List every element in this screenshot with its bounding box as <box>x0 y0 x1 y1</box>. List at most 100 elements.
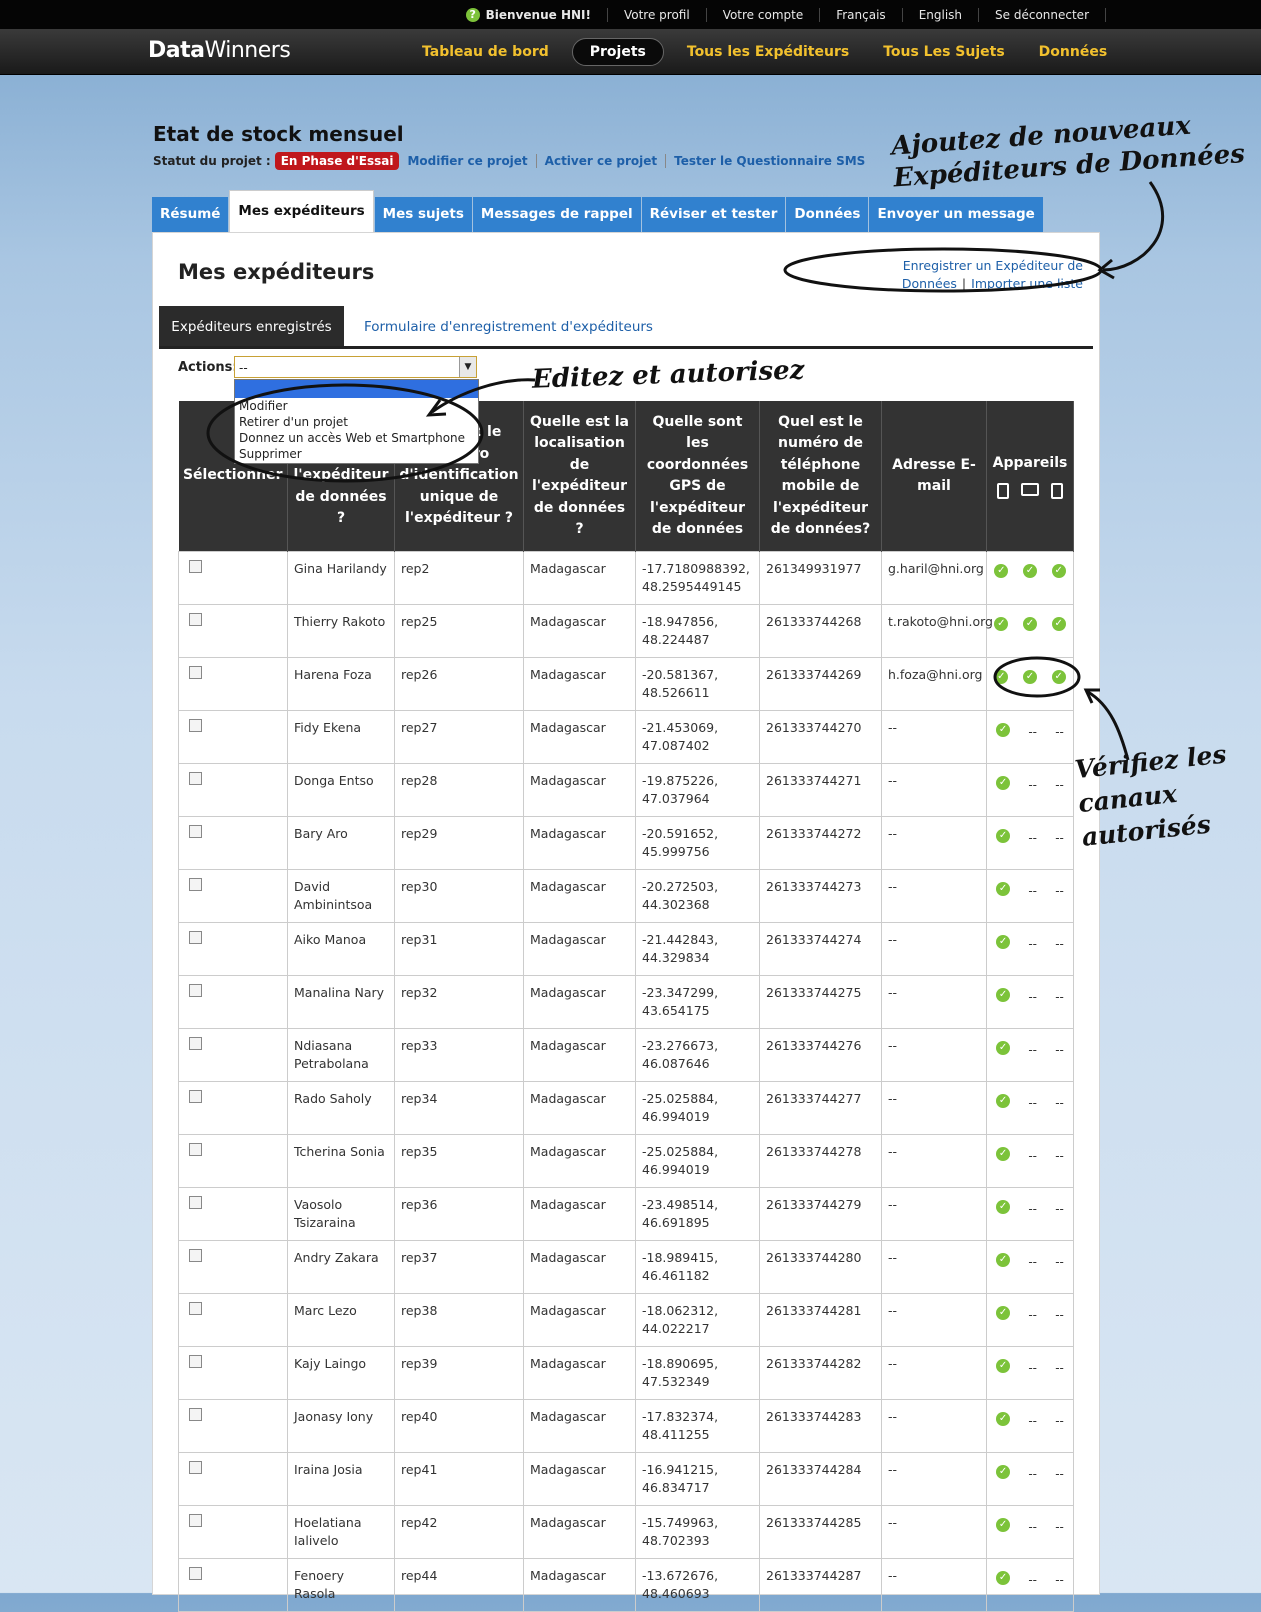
row-checkbox[interactable] <box>189 1355 202 1368</box>
row-checkbox[interactable] <box>189 984 202 997</box>
row-checkbox[interactable] <box>189 1302 202 1315</box>
device-not-authorized: -- <box>1055 1043 1064 1057</box>
row-checkbox[interactable] <box>189 560 202 573</box>
lang-en-link[interactable]: English <box>901 7 978 22</box>
row-checkbox[interactable] <box>189 1567 202 1580</box>
tab-review-test[interactable]: Réviser et tester <box>641 197 786 232</box>
sender-gps: -20.591652, 45.999756 <box>635 816 760 870</box>
sender-name: Bary Aro <box>287 816 395 870</box>
table-row: Fidy Ekena rep27 Madagascar -21.453069, 47.… <box>178 710 1074 764</box>
device-not-authorized: -- <box>1028 1573 1037 1587</box>
row-select-cell <box>178 604 288 658</box>
sender-phone: 261333744268 <box>759 604 882 658</box>
row-checkbox[interactable] <box>189 1408 202 1421</box>
device-not-authorized: -- <box>1055 1361 1064 1375</box>
sender-email: -- <box>881 1558 987 1612</box>
nav-all-senders[interactable]: Tous les Expéditeurs <box>670 44 866 60</box>
option-edit[interactable]: Modifier <box>235 398 478 414</box>
top-utility-bar: ? Bienvenue HNI! Votre profil Votre comp… <box>0 0 1261 29</box>
device-not-authorized: -- <box>1055 831 1064 845</box>
subtab-registration-form[interactable]: Formulaire d'enregistrement d'expéditeur… <box>364 306 653 348</box>
row-checkbox[interactable] <box>189 1461 202 1474</box>
sender-email: g.haril@hni.org <box>881 551 987 605</box>
row-checkbox[interactable] <box>189 613 202 626</box>
activate-project-link[interactable]: Activer ce projet <box>535 154 665 168</box>
chevron-down-icon[interactable]: ▼ <box>459 357 476 377</box>
row-checkbox[interactable] <box>189 1249 202 1262</box>
row-checkbox[interactable] <box>189 1143 202 1156</box>
test-sms-link[interactable]: Tester le Questionnaire SMS <box>665 154 873 168</box>
actions-select[interactable]: -- ▼ <box>234 356 477 378</box>
sender-name: Jaonasy Iony <box>287 1399 395 1453</box>
tab-send-message[interactable]: Envoyer un message <box>869 197 1043 232</box>
row-checkbox[interactable] <box>189 1037 202 1050</box>
row-checkbox[interactable] <box>189 666 202 679</box>
account-link[interactable]: Votre compte <box>705 7 820 22</box>
row-select-cell <box>178 551 288 605</box>
device-not-authorized: -- <box>1028 1255 1037 1269</box>
row-checkbox[interactable] <box>189 1090 202 1103</box>
row-checkbox[interactable] <box>189 1514 202 1527</box>
device-status-cell: ✓ -- -- <box>986 1081 1074 1135</box>
tab-my-senders[interactable]: Mes expéditeurs <box>229 190 374 232</box>
subtab-registered-senders[interactable]: Expéditeurs enregistrés <box>159 306 344 346</box>
row-checkbox[interactable] <box>189 931 202 944</box>
dropdown-highlight <box>235 380 478 398</box>
sender-phone: 261333744272 <box>759 816 882 870</box>
header-phone: Quel est le numéro de téléphone mobile d… <box>759 401 882 552</box>
row-checkbox[interactable] <box>189 772 202 785</box>
row-checkbox[interactable] <box>189 878 202 891</box>
sender-email: -- <box>881 763 987 817</box>
sender-gps: -25.025884, 46.994019 <box>635 1081 760 1135</box>
profile-link[interactable]: Votre profil <box>606 7 706 22</box>
device-status-cell: ✓ -- -- <box>986 1505 1074 1559</box>
option-remove-from-project[interactable]: Retirer d'un projet <box>235 414 478 430</box>
nav-projects[interactable]: Projets <box>571 37 664 66</box>
nav-data[interactable]: Données <box>1022 44 1125 60</box>
option-delete[interactable]: Supprimer <box>235 446 478 462</box>
logout-link[interactable]: Se déconnecter <box>978 7 1106 22</box>
edit-project-link[interactable]: Modifier ce projet <box>399 154 535 168</box>
import-list-link[interactable]: Importer une liste <box>971 276 1083 291</box>
option-grant-web-access[interactable]: Donnez un accès Web et Smartphone <box>235 430 478 446</box>
help-icon[interactable]: ? <box>465 7 480 22</box>
row-select-cell <box>178 1399 288 1453</box>
row-checkbox[interactable] <box>189 825 202 838</box>
main-nav: Tableau de bord Projets Tous les Expédit… <box>405 29 1124 74</box>
sender-email: -- <box>881 1452 987 1506</box>
sender-id: rep32 <box>394 975 524 1029</box>
sender-gps: -15.749963, 48.702393 <box>635 1505 760 1559</box>
table-row: Fenoery Rasola rep44 Madagascar -13.672676,… <box>178 1558 1074 1612</box>
main-navbar: DataWinners Tableau de bord Projets Tous… <box>0 29 1261 75</box>
sender-phone: 261349931977 <box>759 551 882 605</box>
logo[interactable]: DataWinners <box>148 38 291 63</box>
sender-phone: 261333744269 <box>759 657 882 711</box>
tab-reminders[interactable]: Messages de rappel <box>472 197 641 232</box>
nav-all-subjects[interactable]: Tous Les Sujets <box>866 44 1021 60</box>
sender-id: rep40 <box>394 1399 524 1453</box>
device-status-cell: ✓ -- -- <box>986 1399 1074 1453</box>
lang-fr-link[interactable]: Français <box>819 7 901 22</box>
sender-gps: -18.989415, 46.461182 <box>635 1240 760 1294</box>
row-checkbox[interactable] <box>189 719 202 732</box>
tab-data[interactable]: Données <box>786 197 869 232</box>
tab-summary[interactable]: Résumé <box>152 197 229 232</box>
check-icon: ✓ <box>996 1518 1011 1532</box>
arrow-to-register-links <box>1102 181 1165 272</box>
sender-id: rep31 <box>394 922 524 976</box>
sender-gps: -19.875226, 47.037964 <box>635 763 760 817</box>
nav-dashboard[interactable]: Tableau de bord <box>405 44 566 60</box>
project-status-line: Statut du projet : En Phase d'Essai Modi… <box>153 152 873 170</box>
sender-location: Madagascar <box>523 551 636 605</box>
device-not-authorized: -- <box>1028 1149 1037 1163</box>
device-not-authorized: -- <box>1028 937 1037 951</box>
sender-gps: -21.453069, 47.087402 <box>635 710 760 764</box>
sender-name: Tcherina Sonia <box>287 1134 395 1188</box>
device-not-authorized: -- <box>1028 884 1037 898</box>
sender-gps: -23.276673, 46.087646 <box>635 1028 760 1082</box>
device-not-authorized: -- <box>1028 1361 1037 1375</box>
check-icon: ✓ <box>996 829 1011 843</box>
sender-name: Manalina Nary <box>287 975 395 1029</box>
row-checkbox[interactable] <box>189 1196 202 1209</box>
tab-my-subjects[interactable]: Mes sujets <box>374 197 472 232</box>
